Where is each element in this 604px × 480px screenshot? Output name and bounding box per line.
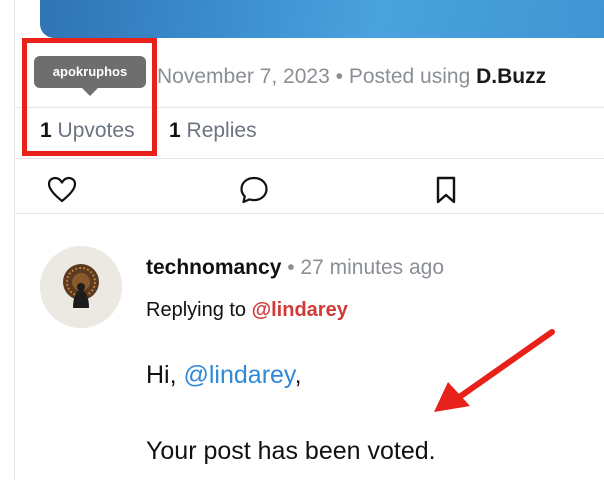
annotation-highlight-box — [22, 38, 157, 156]
posted-using-label: Posted using — [348, 65, 471, 88]
post-image[interactable] — [40, 0, 604, 38]
annotation-arrow-icon — [434, 329, 555, 412]
avatar-image — [40, 246, 122, 328]
post-date[interactable]: November 7, 2023 — [157, 65, 330, 88]
post-meta: November 7, 2023 • Posted using D.Buzz — [157, 62, 546, 92]
like-button[interactable] — [46, 174, 78, 206]
replies-stat[interactable]: 1 Replies — [169, 116, 257, 146]
heart-icon — [47, 176, 77, 203]
thread-rule — [14, 0, 15, 480]
reply-message: Your post has been voted. — [146, 437, 436, 465]
reply-button[interactable] — [238, 174, 270, 206]
divider — [14, 158, 604, 159]
author-name[interactable]: technomancy — [146, 256, 281, 279]
bookmark-icon — [436, 176, 456, 204]
divider — [14, 213, 604, 214]
avatar[interactable] — [40, 246, 122, 328]
greeting-mention[interactable]: @lindarey — [184, 361, 295, 389]
comment-icon — [240, 176, 268, 204]
meta-separator: • — [335, 65, 343, 88]
bookmark-button[interactable] — [430, 174, 462, 206]
reply-header: technomancy • 27 minutes ago — [146, 254, 444, 282]
time-separator: • — [287, 256, 295, 279]
replying-to-user[interactable]: @lindarey — [252, 299, 348, 321]
replying-to-label: Replying to — [146, 299, 247, 321]
greeting-suffix: , — [294, 361, 302, 389]
reply-greeting: Hi, @lindarey, — [146, 358, 302, 392]
replies-count: 1 — [169, 119, 181, 142]
replying-to: Replying to @lindarey — [146, 296, 348, 324]
greeting-prefix: Hi, — [146, 361, 184, 389]
reply-time[interactable]: 27 minutes ago — [300, 256, 444, 279]
app-name-link[interactable]: D.Buzz — [476, 65, 546, 88]
replies-label: Replies — [186, 119, 257, 142]
